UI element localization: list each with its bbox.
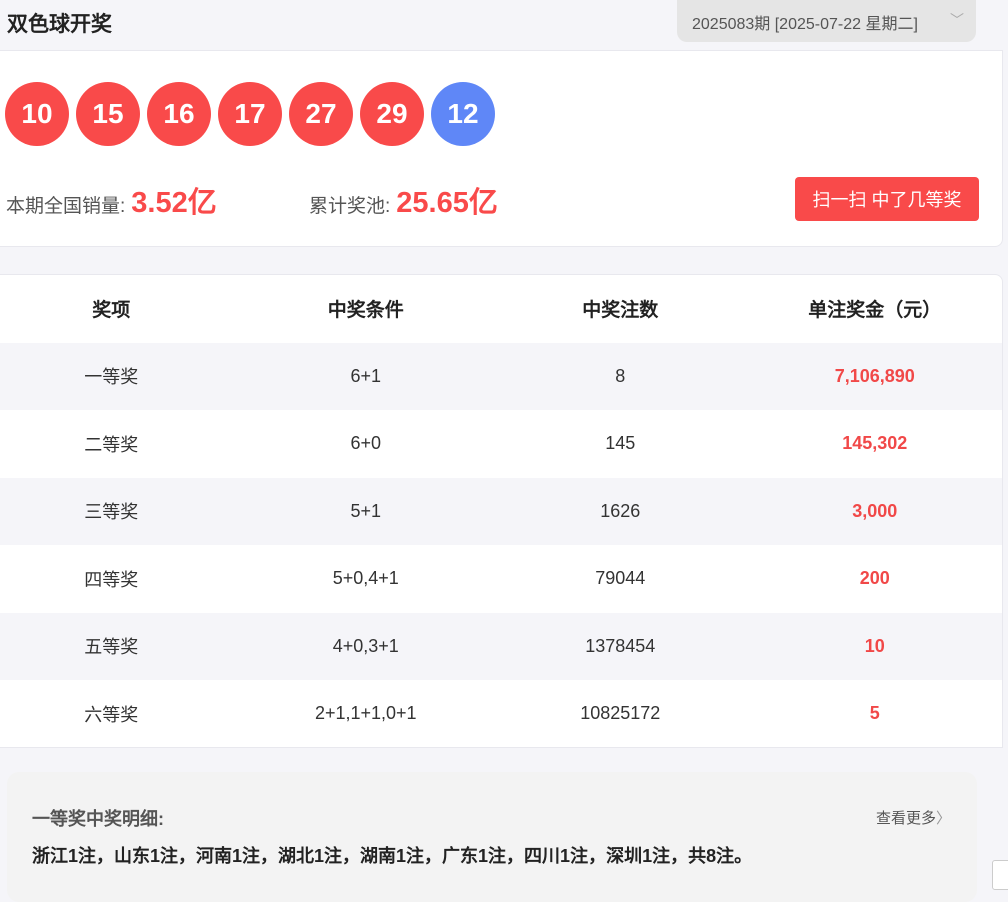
prize-table: 奖项 中奖条件 中奖注数 单注奖金（元） 一等奖 6+1 8 7,106,890 二等奖… [0,274,1003,748]
sales-value: 3.52亿 [131,187,217,219]
winner-count: 10825172 [580,703,661,724]
page-title: 双色球开奖 [7,13,112,36]
table-row: 一等奖 6+1 8 7,106,890 [0,342,1002,410]
prize-amount: 7,106,890 [834,365,915,386]
prize-amount: 5 [869,703,880,724]
table-row: 二等奖 6+0 145 145,302 [0,410,1002,478]
chevron-right-icon: 〉 [935,810,951,827]
header-cell: 中奖注数 [582,300,659,322]
sales-label: 本期全国销量: [6,196,126,217]
winner-count: 1378454 [585,635,656,656]
prize-condition: 4+0,3+1 [332,635,399,656]
red-ball: 10 [5,82,69,146]
detail-title: 一等奖中奖明细: [32,809,164,829]
draw-card: 10 15 16 17 27 29 12 本期全国销量: 3.52亿 累计奖池: 25.65亿 … [0,50,1003,247]
winner-count: 8 [615,365,626,386]
prize-condition: 6+0 [350,433,382,454]
red-ball: 15 [76,82,140,146]
prize-name: 五等奖 [84,637,139,658]
red-ball: 29 [360,82,424,146]
prize-condition: 6+1 [350,365,382,386]
view-more-link[interactable]: 查看更多〉 [876,807,951,828]
floating-widget-icon[interactable] [992,860,1008,890]
prize-condition: 5+1 [350,500,382,521]
red-ball: 27 [289,82,353,146]
prize-amount: 3,000 [852,500,898,521]
prize-condition: 5+0,4+1 [332,568,399,589]
sales-stat: 本期全国销量: 3.52亿 [6,179,217,221]
prize-name: 六等奖 [84,704,139,725]
winner-count: 1626 [600,500,641,521]
prize-name: 三等奖 [84,502,139,523]
prize-name: 二等奖 [84,434,139,455]
winner-count: 79044 [595,568,646,589]
pool-label: 累计奖池: [309,196,391,217]
issue-value: 2025083期 [2025-07-22 星期二] [692,16,918,33]
pool-value: 25.65亿 [396,187,498,219]
view-more-label: 查看更多 [875,810,936,827]
table-row: 四等奖 5+0,4+1 79044 200 [0,545,1002,613]
header-cell: 奖项 [92,300,131,322]
prize-name: 一等奖 [84,367,139,388]
table-row: 五等奖 4+0,3+1 1378454 10 [0,612,1002,680]
chevron-down-icon: ﹀ [950,12,964,28]
issue-select[interactable]: 2025083期 [2025-07-22 星期二] ﹀ [677,0,976,42]
red-ball: 16 [147,82,211,146]
header: 双色球开奖 2025083期 [2025-07-22 星期二] ﹀ [0,0,1008,50]
prize-amount: 200 [859,568,890,589]
detail-text: 浙江1注，山东1注，河南1注，湖北1注，湖南1注，广东1注，四川1注，深圳1注，… [32,846,753,866]
table-header: 奖项 中奖条件 中奖注数 单注奖金（元） [0,275,1002,343]
first-prize-detail: 一等奖中奖明细: 查看更多〉 浙江1注，山东1注，河南1注，湖北1注，湖南1注，… [7,772,977,902]
header-cell: 单注奖金（元） [808,300,942,322]
prize-name: 四等奖 [84,569,139,590]
ball-list: 10 15 16 17 27 29 12 [5,82,495,146]
winner-count: 145 [605,433,636,454]
header-cell: 中奖条件 [327,300,404,322]
prize-condition: 2+1,1+1,0+1 [314,703,417,724]
table-row: 六等奖 2+1,1+1,0+1 10825172 5 [0,680,1002,747]
red-ball: 17 [218,82,282,146]
blue-ball: 12 [431,82,495,146]
prize-amount: 10 [864,635,885,656]
table-row: 三等奖 5+1 1626 3,000 [0,477,1002,545]
pool-stat: 累计奖池: 25.65亿 [309,179,498,221]
prize-amount: 145,302 [842,433,908,454]
scan-button[interactable]: 扫一扫 中了几等奖 [795,177,979,221]
